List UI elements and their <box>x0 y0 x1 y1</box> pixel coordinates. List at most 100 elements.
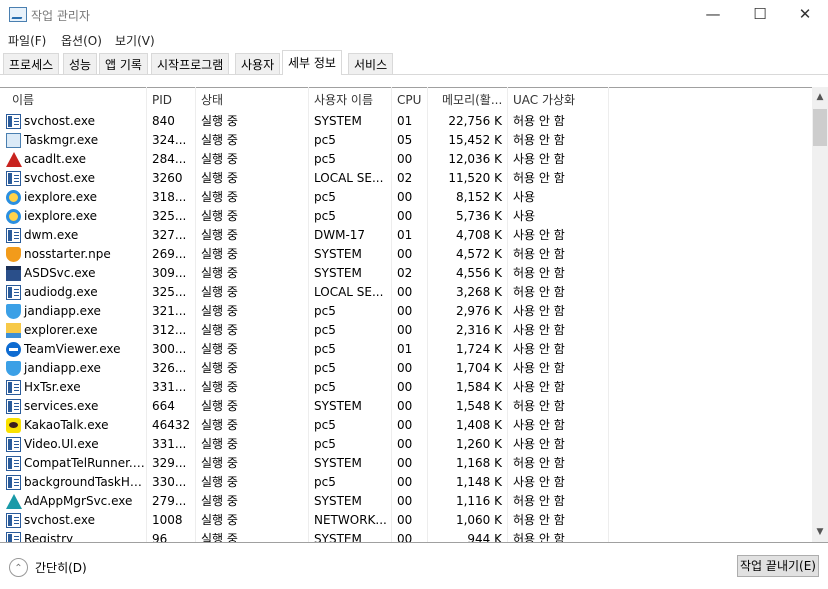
table-row[interactable]: backgroundTaskHos... 330... 실행 중 pc5 00 1,148… <box>0 473 812 492</box>
menu-options[interactable]: 옵션(O) <box>61 32 102 49</box>
cell-memory: 11,520 K <box>448 171 502 185</box>
cell-cpu: 00 <box>397 304 413 318</box>
column-memory[interactable]: 메모리(활... <box>428 88 508 112</box>
cell-pid: 324... <box>152 133 187 147</box>
end-task-button[interactable]: 작업 끝내기(E) <box>737 555 819 577</box>
chevron-up-icon[interactable]: ⌃ <box>9 558 28 577</box>
table-row[interactable]: acadlt.exe 284... 실행 중 pc5 00 12,036 K 사용 안 함 <box>0 150 812 169</box>
column-name[interactable]: 이름 <box>0 88 147 112</box>
cell-pid: 279... <box>152 494 187 508</box>
cell-status: 실행 중 <box>201 228 238 242</box>
menu-bar: 파일(F) 옵션(O) 보기(V) <box>0 30 828 50</box>
cell-user: pc5 <box>314 437 336 451</box>
cell-status: 실행 중 <box>201 418 238 432</box>
cell-name: nosstarter.npe <box>24 247 111 261</box>
cell-name: svchost.exe <box>24 513 95 527</box>
close-button[interactable]: ✕ <box>782 0 828 30</box>
column-status[interactable]: 상태 <box>196 88 309 112</box>
cell-status: 실행 중 <box>201 323 238 337</box>
cell-uac: 사용 안 함 <box>513 304 565 318</box>
cell-memory: 2,976 K <box>455 304 502 318</box>
cell-cpu: 01 <box>397 342 413 356</box>
table-row[interactable]: audiodg.exe 325... 실행 중 LOCAL SE... 00 3,268 … <box>0 283 812 302</box>
cell-name: CompatTelRunner.exe <box>24 456 147 470</box>
scroll-thumb[interactable] <box>813 109 827 146</box>
tab-startup[interactable]: 시작프로그램 <box>151 53 230 74</box>
cell-user: pc5 <box>314 342 336 356</box>
cell-status: 실행 중 <box>201 380 238 394</box>
tab-processes[interactable]: 프로세스 <box>3 53 60 74</box>
table-row[interactable]: nosstarter.npe 269... 실행 중 SYSTEM 00 4,572 K 허… <box>0 245 812 264</box>
cell-uac: 허용 안 함 <box>513 247 565 261</box>
table-row[interactable]: KakaoTalk.exe 46432 실행 중 pc5 00 1,408 K 사용 안 함 <box>0 416 812 435</box>
column-pid[interactable]: PID <box>147 88 196 112</box>
tab-details[interactable]: 세부 정보 <box>282 50 342 75</box>
cell-cpu: 02 <box>397 171 413 185</box>
table-row[interactable]: services.exe 664 실행 중 SYSTEM 00 1,548 K 허용 안 함 <box>0 397 812 416</box>
cell-cpu: 00 <box>397 494 413 508</box>
tab-app-history[interactable]: 앱 기록 <box>99 53 148 74</box>
table-row[interactable]: iexplore.exe 318... 실행 중 pc5 00 8,152 K 사용 <box>0 188 812 207</box>
table-row[interactable]: HxTsr.exe 331... 실행 중 pc5 00 1,584 K 사용 안 함 <box>0 378 812 397</box>
vertical-scrollbar[interactable]: ▲ ▼ <box>812 87 828 542</box>
cell-uac: 사용 안 함 <box>513 475 565 489</box>
menu-view[interactable]: 보기(V) <box>115 32 155 49</box>
table-row[interactable]: AdAppMgrSvc.exe 279... 실행 중 SYSTEM 00 1,116 K… <box>0 492 812 511</box>
table-row[interactable]: Registry 96 실행 중 SYSTEM 00 944 K 허용 안 함 <box>0 530 812 542</box>
cell-cpu: 00 <box>397 437 413 451</box>
table-row[interactable]: ASDSvc.exe 309... 실행 중 SYSTEM 02 4,556 K 허용 안 … <box>0 264 812 283</box>
table-row[interactable]: iexplore.exe 325... 실행 중 pc5 00 5,736 K 사용 <box>0 207 812 226</box>
fewer-details-link[interactable]: 간단히(D) <box>35 559 87 576</box>
minimize-button[interactable]: — <box>690 0 736 30</box>
column-username[interactable]: 사용자 이름 <box>309 88 392 112</box>
cell-status: 실행 중 <box>201 456 238 470</box>
cell-pid: 3260 <box>152 171 183 185</box>
table-row[interactable]: TeamViewer.exe 300... 실행 중 pc5 01 1,724 K 사용 안… <box>0 340 812 359</box>
cell-uac: 사용 안 함 <box>513 380 565 394</box>
cell-user: SYSTEM <box>314 494 362 508</box>
table-row[interactable]: Video.UI.exe 331... 실행 중 pc5 00 1,260 K 사용 안 함 <box>0 435 812 454</box>
tab-users[interactable]: 사용자 <box>235 53 281 74</box>
cell-memory: 8,152 K <box>455 190 502 204</box>
cell-memory: 1,060 K <box>455 513 502 527</box>
cell-uac: 사용 <box>513 209 536 223</box>
cell-pid: 300... <box>152 342 187 356</box>
cell-status: 실행 중 <box>201 304 238 318</box>
cell-uac: 허용 안 함 <box>513 133 565 147</box>
table-row[interactable]: jandiapp.exe 326... 실행 중 pc5 00 1,704 K 사용 안 함 <box>0 359 812 378</box>
cell-user: pc5 <box>314 323 336 337</box>
scroll-up-icon[interactable]: ▲ <box>812 87 828 104</box>
maximize-button[interactable]: ☐ <box>737 0 783 30</box>
table-row[interactable]: dwm.exe 327... 실행 중 DWM-17 01 4,708 K 사용 안 함 <box>0 226 812 245</box>
cell-user: DWM-17 <box>314 228 366 242</box>
column-uac[interactable]: UAC 가상화 <box>508 88 609 112</box>
table-row[interactable]: svchost.exe 1008 실행 중 NETWORK... 00 1,060 K 허용… <box>0 511 812 530</box>
table-row[interactable]: Taskmgr.exe 324... 실행 중 pc5 05 15,452 K 허용 안 함 <box>0 131 812 150</box>
cell-uac: 허용 안 함 <box>513 171 565 185</box>
cell-memory: 1,408 K <box>455 418 502 432</box>
cell-uac: 허용 안 함 <box>513 532 565 542</box>
cell-cpu: 00 <box>397 418 413 432</box>
cell-uac: 사용 안 함 <box>513 361 565 375</box>
cell-uac: 사용 안 함 <box>513 228 565 242</box>
tab-services[interactable]: 서비스 <box>348 53 394 74</box>
cell-user: pc5 <box>314 152 336 166</box>
cell-memory: 4,572 K <box>455 247 502 261</box>
table-row[interactable]: svchost.exe 3260 실행 중 LOCAL SE... 02 11,520 K… <box>0 169 812 188</box>
cell-memory: 1,548 K <box>455 399 502 413</box>
cell-name: services.exe <box>24 399 99 413</box>
cell-memory: 2,316 K <box>455 323 502 337</box>
cell-pid: 321... <box>152 304 187 318</box>
cell-memory: 3,268 K <box>455 285 502 299</box>
cell-cpu: 00 <box>397 380 413 394</box>
column-cpu[interactable]: CPU <box>392 88 428 112</box>
tab-performance[interactable]: 성능 <box>63 53 98 74</box>
table-row[interactable]: jandiapp.exe 321... 실행 중 pc5 00 2,976 K 사용 안 함 <box>0 302 812 321</box>
table-row[interactable]: svchost.exe 840 실행 중 SYSTEM 01 22,756 K 허용 안 함 <box>0 112 812 131</box>
cell-cpu: 00 <box>397 456 413 470</box>
table-row[interactable]: explorer.exe 312... 실행 중 pc5 00 2,316 K 사용 안 함 <box>0 321 812 340</box>
menu-file[interactable]: 파일(F) <box>8 32 46 49</box>
scroll-down-icon[interactable]: ▼ <box>812 525 828 542</box>
window-title: 작업 관리자 <box>31 9 91 23</box>
table-row[interactable]: CompatTelRunner.exe 329... 실행 중 SYSTEM 00 1,1… <box>0 454 812 473</box>
